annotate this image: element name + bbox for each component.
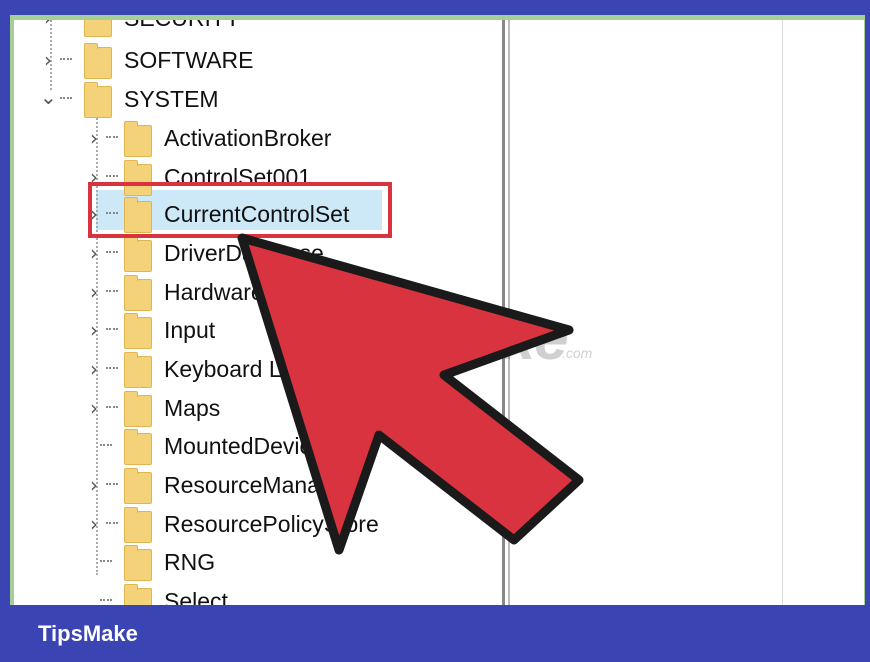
folder-icon — [124, 468, 152, 504]
tree-connector — [100, 444, 112, 446]
tree-item-label: Select — [164, 588, 228, 605]
folder-icon — [124, 545, 152, 581]
tree-item-resourcemanager[interactable]: › ResourceManager — [14, 467, 514, 504]
tree-item-label: HardwareConfig — [164, 279, 331, 305]
tree-item-security[interactable]: › SECURITY — [14, 20, 514, 37]
folder-icon — [124, 275, 152, 311]
folder-icon — [84, 20, 112, 37]
folder-icon — [124, 352, 152, 388]
chevron-right-icon[interactable]: › — [90, 241, 98, 265]
column-divider — [782, 20, 783, 605]
tree-item-label: MountedDevices — [164, 433, 336, 459]
tree-item-label: SYSTEM — [124, 86, 219, 112]
tree-item-label: ResourceManager — [164, 472, 354, 498]
tree-item-label: SECURITY — [124, 20, 240, 32]
chevron-right-icon[interactable]: › — [90, 126, 98, 150]
tree-item-mounteddevices[interactable]: MountedDevices — [14, 428, 514, 465]
chevron-right-icon[interactable]: › — [90, 396, 98, 420]
tree-item-maps[interactable]: › Maps — [14, 390, 514, 427]
watermark-text: TipsMake — [294, 304, 568, 373]
chevron-right-icon[interactable]: › — [90, 318, 98, 342]
tree-connector — [60, 58, 72, 60]
tree-item-driverdatabase[interactable]: › DriverDatabase — [14, 235, 514, 272]
tree-connector — [106, 328, 118, 330]
watermark-suffix: .com — [562, 345, 593, 361]
tree-item-system[interactable]: ⌄ SYSTEM — [14, 81, 514, 118]
tree-item-select[interactable]: Select — [14, 583, 514, 605]
tree-item-label: ResourcePolicyStore — [164, 511, 379, 537]
tree-connector — [100, 599, 112, 601]
tree-connector — [100, 560, 112, 562]
chevron-right-icon[interactable]: › — [90, 280, 98, 304]
tree-connector — [106, 175, 118, 177]
tree-item-label: ActivationBroker — [164, 125, 332, 151]
highlight-box — [88, 182, 392, 238]
chevron-down-icon[interactable]: ⌄ — [40, 85, 57, 109]
tree-item-label: DriverDatabase — [164, 240, 324, 266]
tree-connector — [106, 290, 118, 292]
chevron-right-icon[interactable]: › — [44, 48, 52, 72]
tree-item-label: Input — [164, 317, 216, 343]
tree-item-rng[interactable]: RNG — [14, 544, 514, 581]
folder-icon — [124, 429, 152, 465]
tree-connector — [106, 251, 118, 253]
tree-item-label: Maps — [164, 395, 221, 421]
folder-icon — [124, 584, 152, 605]
tree-item-software[interactable]: › SOFTWARE — [14, 42, 514, 79]
folder-icon — [84, 43, 112, 79]
registry-editor-window: › SECURITY › SOFTWARE ⌄ SYSTEM › — [14, 20, 864, 605]
screenshot-frame: › SECURITY › SOFTWARE ⌄ SYSTEM › — [0, 0, 870, 662]
folder-icon — [124, 507, 152, 543]
chevron-right-icon[interactable]: › — [90, 512, 98, 536]
tree-item-resourcepolicystore[interactable]: › ResourcePolicyStore — [14, 506, 514, 543]
tree-connector — [106, 483, 118, 485]
tree-connector — [106, 406, 118, 408]
tree-connector — [106, 522, 118, 524]
chevron-right-icon[interactable]: › — [44, 20, 52, 30]
tree-connector — [106, 367, 118, 369]
brand-label: TipsMake — [38, 621, 138, 646]
folder-icon — [124, 313, 152, 349]
folder-icon — [124, 391, 152, 427]
tree-item-label: SOFTWARE — [124, 47, 254, 73]
tree-connector — [60, 97, 72, 99]
tree-connector — [106, 136, 118, 138]
chevron-right-icon[interactable]: › — [90, 357, 98, 381]
tree-item-label: RNG — [164, 549, 216, 575]
folder-icon — [124, 121, 152, 157]
folder-open-icon — [84, 82, 112, 118]
folder-icon — [124, 236, 152, 272]
chevron-right-icon[interactable]: › — [90, 473, 98, 497]
tree-item-activationbroker[interactable]: › ActivationBroker — [14, 120, 514, 157]
